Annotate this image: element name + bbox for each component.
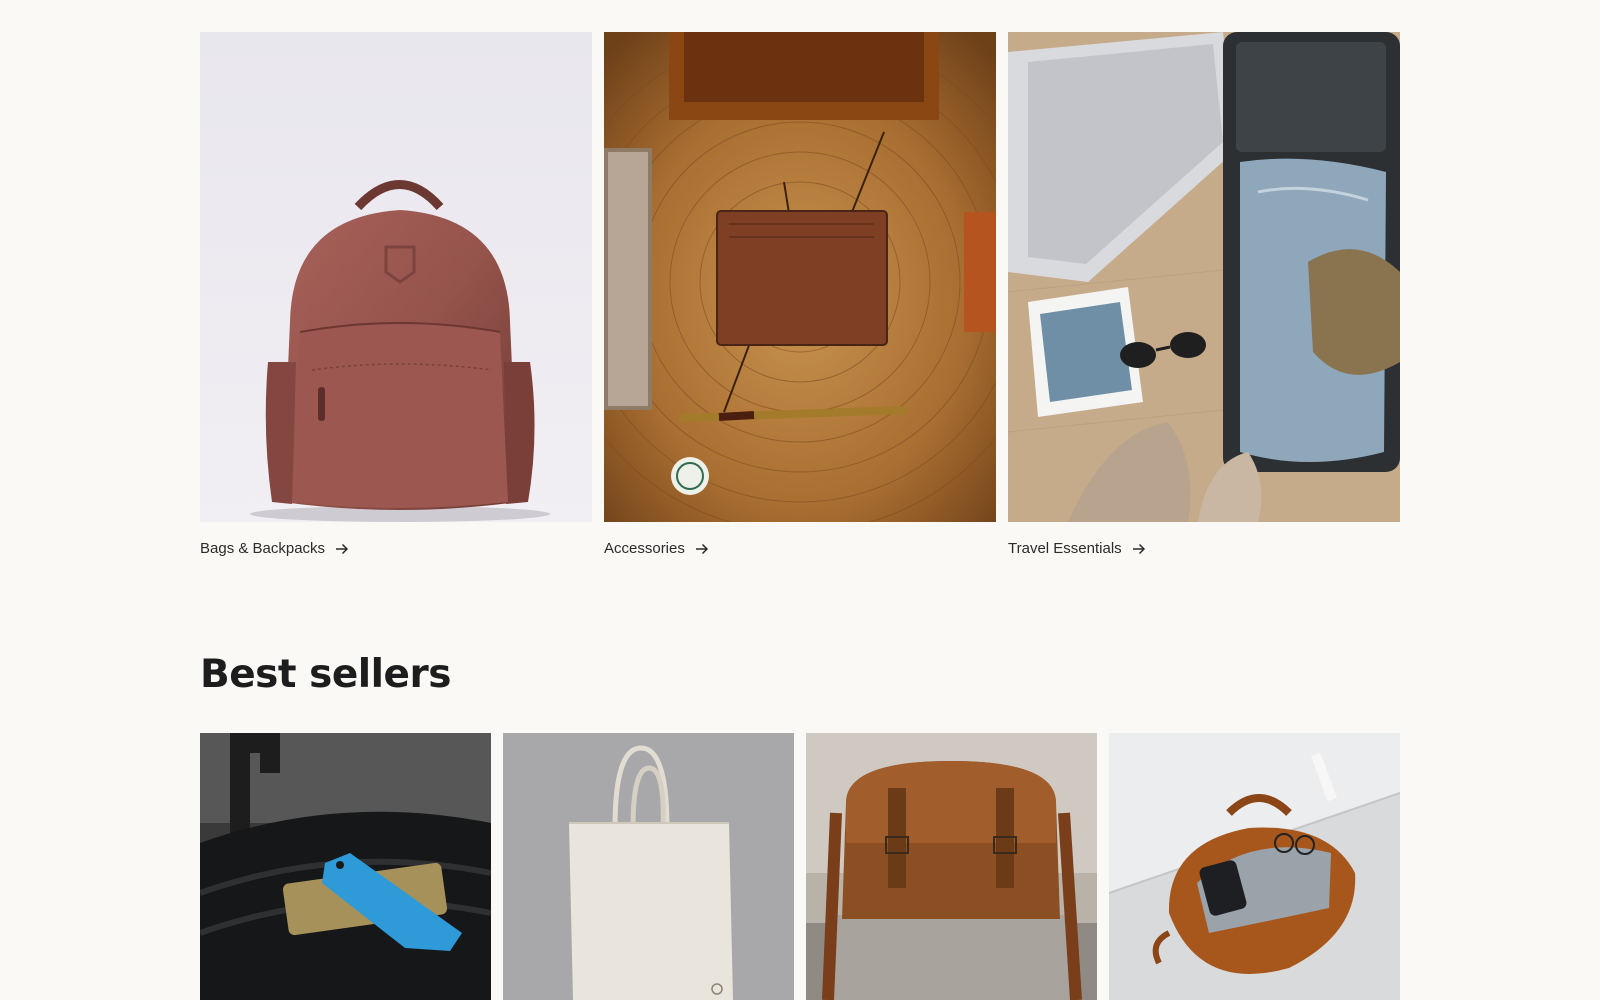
backpack-photo [200, 32, 592, 522]
product-image-messenger[interactable] [806, 733, 1097, 1000]
collection-label: Travel Essentials [1008, 540, 1122, 557]
wallet-photo [604, 32, 996, 522]
messenger-bag-photo [806, 733, 1097, 1000]
page: Bags & Backpacks Accessories Travel Esse… [0, 0, 1600, 1000]
collection-image-accessories[interactable] [604, 32, 996, 522]
collection-card-travel-essentials[interactable]: Travel Essentials [1008, 32, 1400, 557]
collection-image-bags-backpacks[interactable] [200, 32, 592, 522]
collection-list: Bags & Backpacks Accessories Travel Esse… [200, 32, 1400, 557]
tote-bag-photo [503, 733, 794, 1000]
collection-link-accessories[interactable]: Accessories [604, 540, 996, 557]
product-card[interactable] [806, 733, 1097, 1000]
collection-label: Bags & Backpacks [200, 540, 326, 557]
arrow-right-icon [336, 543, 349, 554]
collection-link-travel-essentials[interactable]: Travel Essentials [1008, 540, 1400, 557]
collection-image-travel-essentials[interactable] [1008, 32, 1400, 522]
collection-link-bags-backpacks[interactable]: Bags & Backpacks [200, 540, 592, 557]
best-sellers-heading: Best sellers [200, 652, 451, 697]
collection-card-bags-backpacks[interactable]: Bags & Backpacks [200, 32, 592, 557]
suitcase-photo [1008, 32, 1400, 522]
collection-card-accessories[interactable]: Accessories [604, 32, 996, 557]
suitcase-tag-photo [200, 733, 491, 1000]
product-image-duffel[interactable] [1109, 733, 1400, 1000]
product-image-suitcase[interactable] [200, 733, 491, 1000]
duffel-bag-photo [1109, 733, 1400, 1000]
product-grid [200, 733, 1400, 1000]
product-card[interactable] [200, 733, 491, 1000]
product-card[interactable] [503, 733, 794, 1000]
product-card[interactable] [1109, 733, 1400, 1000]
arrow-right-icon [695, 543, 708, 554]
arrow-right-icon [1132, 543, 1145, 554]
collection-label: Accessories [604, 540, 685, 557]
product-image-tote[interactable] [503, 733, 794, 1000]
